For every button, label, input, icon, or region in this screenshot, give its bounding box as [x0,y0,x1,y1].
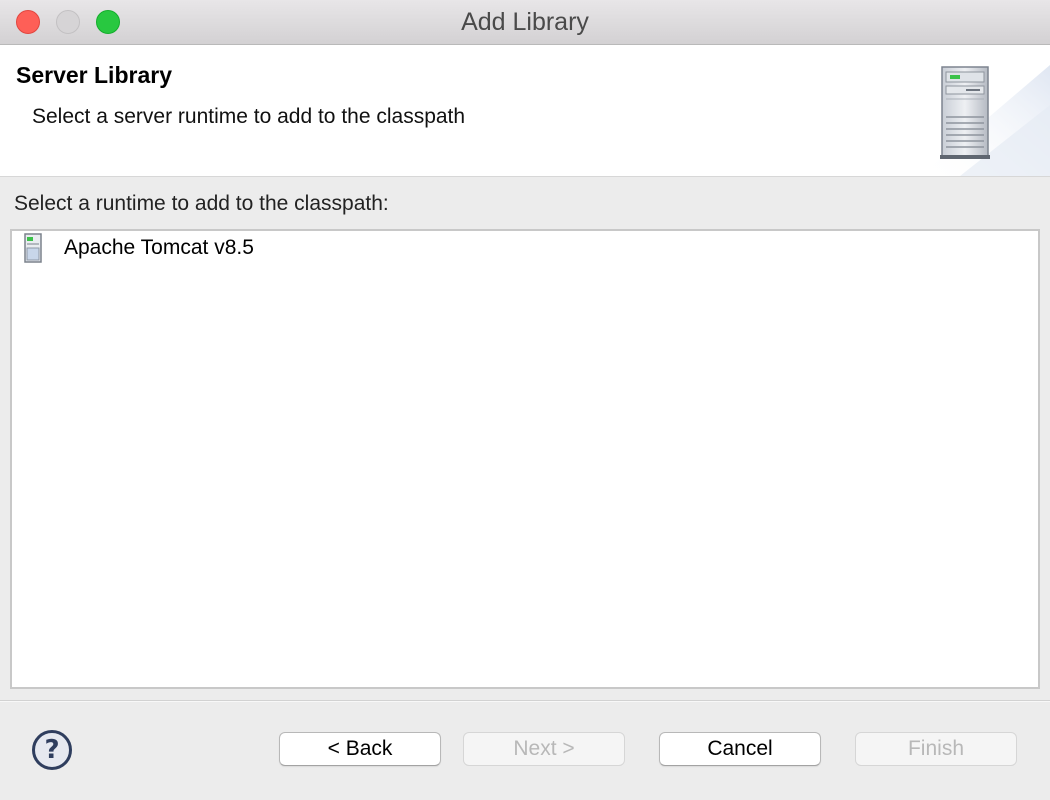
footer-divider [0,700,1050,702]
window-title: Add Library [461,8,589,36]
list-item-label: Apache Tomcat v8.5 [64,236,254,259]
title-bar[interactable]: Add Library [0,0,1050,45]
list-item-apache-tomcat[interactable]: Apache Tomcat v8.5 [22,233,254,263]
server-icon [24,233,42,263]
help-icon[interactable]: ? [32,730,72,770]
cancel-button[interactable]: Cancel [659,732,821,766]
page-description: Select a server runtime to add to the cl… [32,105,466,128]
runtime-list-prompt: Select a runtime to add to the classpath… [14,192,389,215]
help-glyph: ? [44,735,60,765]
runtime-list[interactable]: Apache Tomcat v8.5 [10,229,1040,689]
page-title: Server Library [16,62,172,88]
back-button[interactable]: < Back [279,732,441,766]
wizard-header-banner: Server Library Select a server runtime t… [0,45,1050,177]
next-button[interactable]: Next > [463,732,625,766]
add-library-dialog: Add Library Server Library Select a serv… [0,0,1050,800]
finish-button[interactable]: Finish [855,732,1017,766]
server-tower-icon [920,65,1050,176]
